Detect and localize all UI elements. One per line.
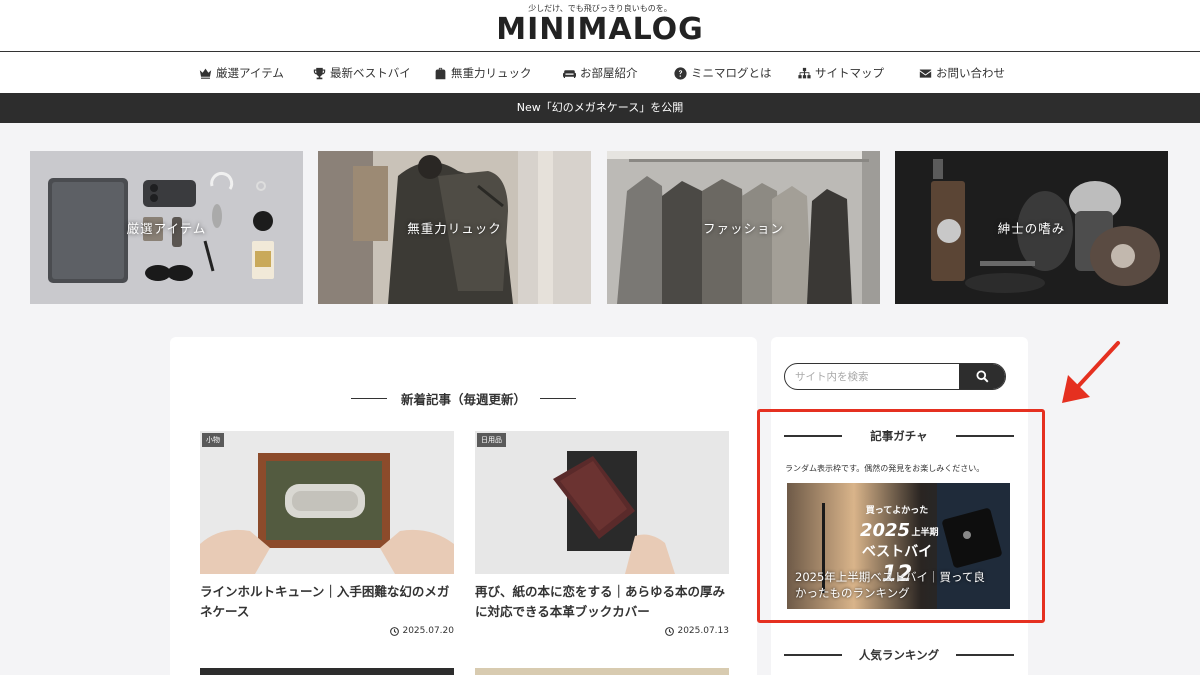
widget-rule <box>956 654 1014 656</box>
section-title: 新着記事（毎週更新） <box>400 392 526 407</box>
category-card-fashion[interactable]: ファッション <box>607 151 880 304</box>
heading-rule <box>540 398 576 399</box>
clock-icon <box>390 626 400 636</box>
post-card[interactable]: 小物 ラインホルトキューン｜入手困難な幻のメガネケース 2025.07.20 <box>200 431 454 636</box>
envelope-icon <box>919 68 932 78</box>
nav-label: お部屋紹介 <box>580 66 638 80</box>
annotation-arrow-icon <box>1062 341 1120 403</box>
post-card-next[interactable] <box>200 668 454 675</box>
post-date-text: 2025.07.20 <box>402 626 454 636</box>
post-date: 2025.07.20 <box>390 626 454 636</box>
category-card-featured[interactable]: 厳選アイテム <box>30 151 303 304</box>
search-button[interactable] <box>959 364 1005 389</box>
category-card-gentleman[interactable]: 紳士の嗜み <box>895 151 1168 304</box>
category-label: 無重力リュック <box>407 221 502 236</box>
nav-item-featured[interactable]: 厳選アイテム <box>199 65 284 81</box>
nav-item-about[interactable]: ミニマログとは <box>674 65 772 81</box>
post-card[interactable]: 日用品 再び、紙の本に恋をする｜あらゆる本の厚みに対応できる本革ブックカバー 2… <box>475 431 729 636</box>
nav-label: 最新ベストバイ <box>330 66 411 80</box>
nav-label: サイトマップ <box>815 66 884 80</box>
category-card-backpack[interactable]: 無重力リュック <box>318 151 591 304</box>
sitemap-icon <box>798 67 811 78</box>
nav-item-backpack[interactable]: 無重力リュック <box>434 65 532 81</box>
crown-icon <box>199 68 212 79</box>
couch-icon <box>563 69 576 78</box>
category-label: 厳選アイテム <box>126 221 207 236</box>
nav-item-room[interactable]: お部屋紹介 <box>563 65 638 81</box>
nav-item-bestbuy[interactable]: 最新ベストバイ <box>313 65 411 81</box>
heading-rule <box>350 398 387 399</box>
nav-label: ミニマログとは <box>691 66 772 80</box>
notice-bar[interactable]: New「幻のメガネケース」を公開 <box>0 93 1200 123</box>
category-label: 紳士の嗜み <box>997 221 1066 236</box>
post-thumbnail: 小物 <box>200 431 454 574</box>
nav-item-sitemap[interactable]: サイトマップ <box>798 65 884 81</box>
search-input[interactable] <box>785 364 961 389</box>
nav-label: お問い合わせ <box>936 66 1005 80</box>
search-icon <box>975 370 988 383</box>
global-nav: 厳選アイテム 最新ベストバイ 無重力リュック お部屋紹介 ミニマログとは サイト… <box>0 52 1200 93</box>
post-thumbnail: 日用品 <box>475 431 729 574</box>
category-badge: 日用品 <box>477 433 506 447</box>
widget-title-ranking: 人気ランキング <box>784 647 1014 663</box>
widget-title-text: 人気ランキング <box>858 648 940 662</box>
trophy-icon <box>313 67 326 79</box>
post-title[interactable]: ラインホルトキューン｜入手困難な幻のメガネケース <box>200 582 454 622</box>
post-card-next[interactable] <box>475 668 729 675</box>
nav-label: 無重力リュック <box>451 66 532 80</box>
question-icon <box>674 66 687 80</box>
category-badge: 小物 <box>202 433 224 447</box>
nav-label: 厳選アイテム <box>216 66 284 80</box>
category-label: ファッション <box>702 221 784 236</box>
backpack-icon <box>435 67 446 79</box>
post-date: 2025.07.13 <box>665 626 729 636</box>
post-date-text: 2025.07.13 <box>677 626 729 636</box>
clock-icon <box>665 626 675 636</box>
new-posts-section: 新着記事（毎週更新） 小物 ラインホルトキューン｜入手困難な幻のメガネケース 2… <box>170 337 757 675</box>
annotation-highlight-box <box>757 409 1045 623</box>
site-logo[interactable]: MINIMALOG <box>0 13 1200 47</box>
widget-rule <box>784 654 842 656</box>
section-heading: 新着記事（毎週更新） <box>170 389 757 408</box>
nav-item-contact[interactable]: お問い合わせ <box>919 65 1005 81</box>
search-box <box>784 363 1006 390</box>
site-header: 少しだけ、でも飛びっきり良いものを。 MINIMALOG <box>0 0 1200 52</box>
post-title[interactable]: 再び、紙の本に恋をする｜あらゆる本の厚みに対応できる本革ブックカバー <box>475 582 729 622</box>
